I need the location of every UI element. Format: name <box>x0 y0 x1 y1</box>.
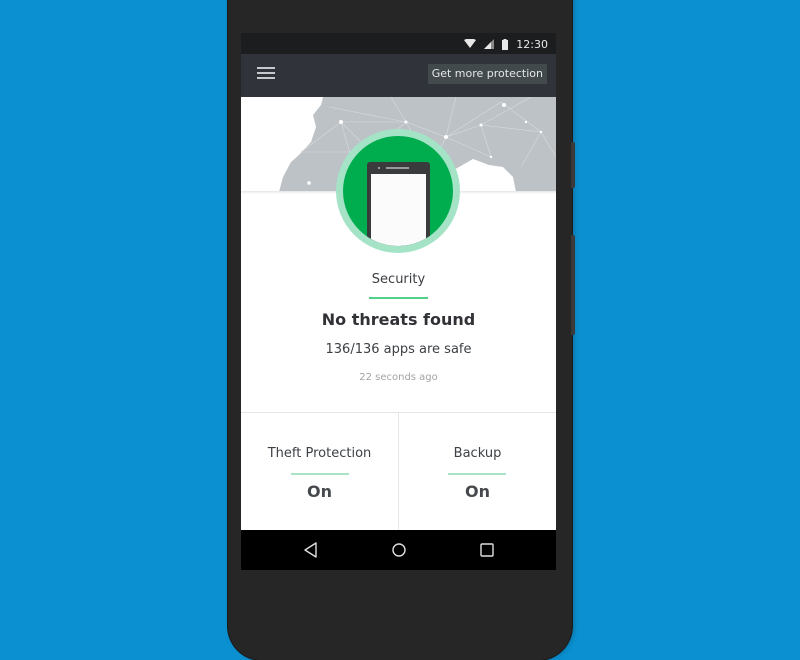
hamburger-menu-icon[interactable] <box>257 67 275 83</box>
tile-label: Backup <box>453 446 502 461</box>
status-bar: 12:30 <box>241 33 556 54</box>
security-underline <box>369 297 428 299</box>
tile-status: On <box>465 482 490 501</box>
wifi-icon <box>464 39 477 49</box>
clock: 12:30 <box>516 37 548 51</box>
backup-tile[interactable]: Backup On <box>399 413 556 530</box>
tile-underline <box>448 473 506 475</box>
power-button <box>571 142 575 188</box>
get-more-protection-button[interactable]: Get more protection <box>427 64 547 84</box>
navigation-bar <box>241 530 556 570</box>
app-toolbar: Get more protection <box>241 54 556 97</box>
signal-icon <box>484 39 495 49</box>
back-icon[interactable] <box>301 540 321 560</box>
phone-icon <box>367 162 430 246</box>
phone-screen: 12:30 Get more protection Security No th… <box>241 33 556 570</box>
home-icon[interactable] <box>389 540 409 560</box>
apps-safe-count: 136/136 apps are safe <box>325 342 472 357</box>
recents-icon[interactable] <box>477 540 497 560</box>
tile-underline <box>291 473 349 475</box>
volume-button <box>571 235 575 335</box>
tile-status: On <box>307 482 332 501</box>
battery-icon <box>502 38 509 50</box>
security-section-label: Security <box>371 272 426 287</box>
scan-result-title: No threats found <box>321 310 476 329</box>
tile-label: Theft Protection <box>267 446 372 461</box>
last-scan-time: 22 seconds ago <box>359 372 438 383</box>
security-status-badge <box>336 129 460 253</box>
theft-protection-tile[interactable]: Theft Protection On <box>241 413 398 530</box>
